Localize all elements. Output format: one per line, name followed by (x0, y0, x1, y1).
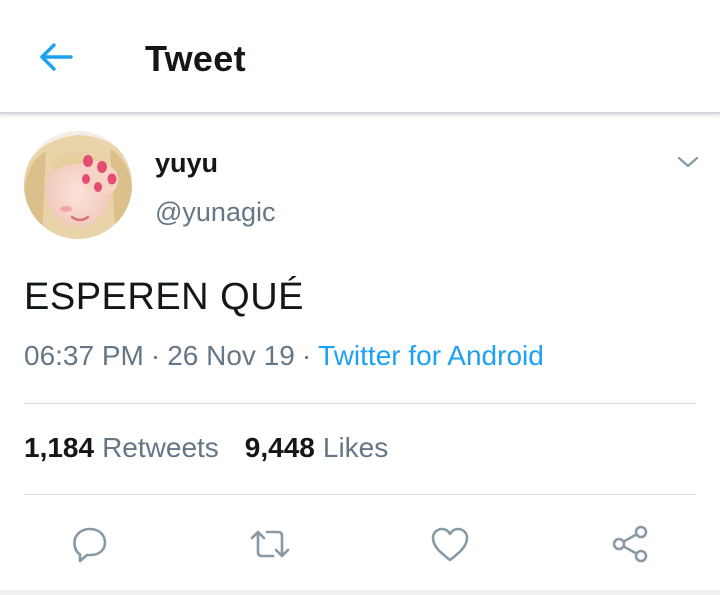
meta-separator: · (150, 340, 161, 371)
reply-button[interactable] (66, 520, 114, 568)
divider (24, 403, 696, 404)
avatar-photo (24, 131, 132, 239)
share-button[interactable] (606, 520, 654, 568)
likes-stat[interactable]: 9,448 Likes (245, 432, 388, 463)
like-icon (431, 527, 469, 562)
retweets-count: 1,184 (24, 432, 95, 463)
tweet-source-link[interactable]: Twitter for Android (318, 340, 544, 371)
author-display-name[interactable]: yuyu (155, 148, 218, 179)
avatar[interactable] (24, 131, 132, 239)
retweets-stat[interactable]: 1,184 Retweets (24, 432, 219, 463)
likes-label: Likes (322, 432, 389, 463)
retweet-icon (250, 530, 290, 558)
tweet-stats: 1,184 Retweets 9,448 Likes (24, 432, 388, 464)
author-handle[interactable]: @yunagic (155, 197, 275, 228)
back-button[interactable] (30, 35, 82, 79)
top-app-bar: Tweet (0, 0, 720, 114)
tweet-date: 26 Nov 19 (167, 340, 295, 371)
likes-count: 9,448 (244, 432, 315, 463)
bottom-separator (0, 590, 720, 595)
arrow-left-icon (40, 43, 73, 71)
meta-separator: · (301, 340, 312, 371)
divider (24, 494, 696, 495)
tweet-time: 06:37 PM (24, 340, 144, 371)
chevron-down-icon (677, 156, 699, 168)
tweet-text: ESPEREN QUÉ (24, 276, 305, 318)
like-button[interactable] (426, 520, 474, 568)
retweets-label: Retweets (102, 432, 219, 463)
page-title: Tweet (145, 38, 246, 79)
share-icon (612, 525, 648, 563)
tweet-meta: 06:37 PM · 26 Nov 19 · Twitter for Android (24, 340, 544, 372)
reply-icon (73, 527, 107, 563)
tweet-menu-button[interactable] (672, 148, 704, 176)
retweet-button[interactable] (246, 520, 294, 568)
